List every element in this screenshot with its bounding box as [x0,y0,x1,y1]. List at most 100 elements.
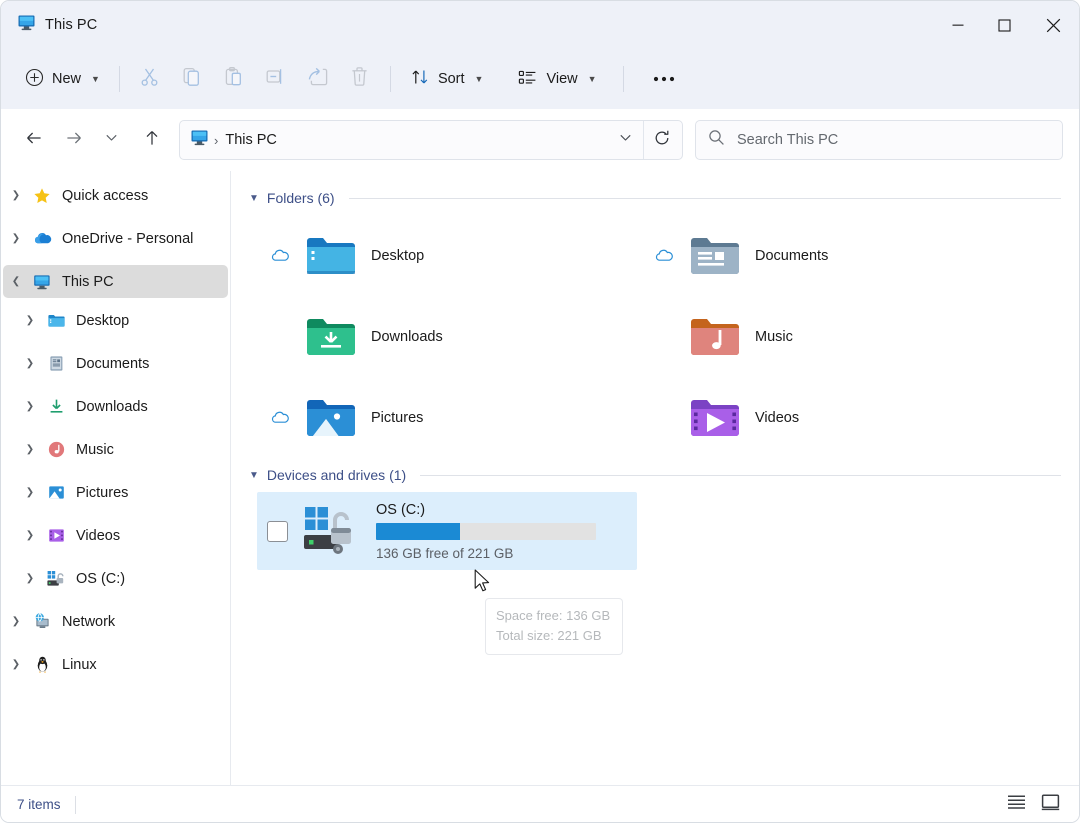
folder-item-music[interactable]: Music [633,296,1017,377]
chevron-right-icon[interactable]: ❯ [3,659,29,670]
folder-item-documents[interactable]: Documents [633,215,1017,296]
forward-button[interactable] [57,123,91,157]
search-box[interactable]: Search This PC [695,120,1063,160]
recent-locations-button[interactable] [97,123,125,157]
folder-item-desktop[interactable]: Desktop [249,215,633,296]
chevron-right-icon[interactable]: ❯ [17,444,43,455]
toolbar-divider-3 [622,66,624,92]
folder-label: Documents [755,247,829,264]
maximize-button[interactable] [981,1,1027,49]
folder-label: Pictures [371,409,424,426]
group-rule [420,474,1061,476]
minimize-button[interactable] [935,1,981,49]
details-view-button[interactable] [1003,793,1029,817]
sort-button-label: Sort [437,71,465,87]
drive-icon [43,569,69,589]
sidebar-item-label: Pictures [76,484,129,501]
new-button[interactable]: New ▼ [15,61,110,97]
delete-button[interactable] [339,60,381,98]
cloud-status-icon [641,246,687,266]
sidebar-item-network[interactable]: ❯ Network [3,605,228,638]
rename-button[interactable] [255,60,297,98]
sidebar-item-this-pc[interactable]: ❮ This PC [3,265,228,298]
close-button[interactable] [1027,1,1079,49]
refresh-icon [653,129,671,152]
sidebar-item-linux[interactable]: ❯ Linux [3,648,228,681]
tooltip-line-total-size: Total size: 221 GB [496,628,602,644]
new-button-label: New [52,71,82,87]
chevron-down-icon: ▼ [587,74,597,84]
share-button[interactable] [297,60,339,98]
cloud-status-icon [257,408,303,428]
drives-group-title: Devices and drives (1) [266,467,407,483]
view-button[interactable]: View ▼ [507,61,606,97]
chevron-down-icon[interactable]: ▼ [249,470,259,481]
chevron-right-icon[interactable]: ❯ [17,573,43,584]
downloads-icon [43,397,69,416]
sidebar-item-downloads[interactable]: ❯ Downloads [3,390,228,423]
chevron-down-icon[interactable]: ▼ [249,193,259,204]
chevron-right-icon[interactable]: ❯ [17,315,43,326]
large-icons-view-button[interactable] [1037,793,1063,817]
chevron-right-icon[interactable]: ❯ [17,530,43,541]
sort-arrows-icon [410,67,430,91]
sidebar-item-os-c[interactable]: ❯ OS (C:) [3,562,228,595]
tooltip-line-space-free: Space free: 136 GB [496,608,611,623]
sidebar-item-label: Desktop [76,312,130,329]
folders-group-header[interactable]: ▼ Folders (6) [249,185,1061,211]
view-list-icon [517,67,538,92]
documents-folder-icon [687,233,743,279]
chevron-right-icon[interactable]: ❯ [3,190,29,201]
sidebar-item-pictures[interactable]: ❯ Pictures [3,476,228,509]
sidebar-item-desktop[interactable]: ❯ Desktop [3,304,228,337]
clipboard-icon [223,66,244,92]
sidebar-item-documents[interactable]: ❯ Documents [3,347,228,380]
search-input[interactable]: Search This PC [737,132,838,148]
file-explorer-window: This PC New ▼ Sort ▼ View ▼ › This PC Se… [0,0,1080,823]
chevron-right-icon[interactable]: ❯ [3,616,29,627]
chevron-right-icon[interactable]: ❯ [3,233,29,244]
sidebar-item-quick-access[interactable]: ❯ Quick access [3,179,228,212]
arrow-left-icon [24,128,44,153]
address-bar[interactable]: › This PC [179,120,683,160]
drive-checkbox[interactable] [267,520,288,542]
folder-label: Downloads [371,328,443,345]
star-icon [29,187,55,205]
windows-drive-unlocked-icon [300,505,368,557]
view-toggle-group [1003,793,1063,817]
search-icon [708,129,725,151]
address-dropdown-button[interactable] [607,121,643,159]
folder-item-downloads[interactable]: Downloads [249,296,633,377]
folder-item-videos[interactable]: Videos [633,377,1017,458]
sidebar-item-music[interactable]: ❯ Music [3,433,228,466]
folder-label: Music [755,328,793,345]
drives-group-header[interactable]: ▼ Devices and drives (1) [249,462,1061,488]
chevron-down-icon[interactable]: ❮ [3,276,29,287]
chevron-right-icon[interactable]: ❯ [17,358,43,369]
chevron-right-icon[interactable]: ❯ [17,401,43,412]
cloud-status-icon [257,246,303,266]
sort-button[interactable]: Sort ▼ [400,61,494,97]
drive-capacity-fill [376,522,460,540]
copy-button[interactable] [171,60,213,98]
sidebar-item-onedrive[interactable]: ❯ OneDrive - Personal [3,222,228,255]
folders-group-title: Folders (6) [266,190,335,206]
up-button[interactable] [135,123,169,157]
drive-item-os-c[interactable]: OS (C:) 136 GB free of 221 GB [257,492,637,570]
scissors-icon [139,66,160,92]
paste-button[interactable] [213,60,255,98]
sidebar-item-label: OneDrive - Personal [62,230,194,247]
chevron-right-icon[interactable]: ❯ [17,487,43,498]
sidebar-item-videos[interactable]: ❯ Videos [3,519,228,552]
more-options-button[interactable] [643,60,685,98]
cut-button[interactable] [129,60,171,98]
back-button[interactable] [17,123,51,157]
refresh-button[interactable] [644,121,680,159]
breadcrumb-this-pc[interactable]: This PC [225,132,277,148]
rename-icon [265,66,286,92]
folder-item-pictures[interactable]: Pictures [249,377,633,458]
sidebar-item-label: Linux [62,656,97,673]
